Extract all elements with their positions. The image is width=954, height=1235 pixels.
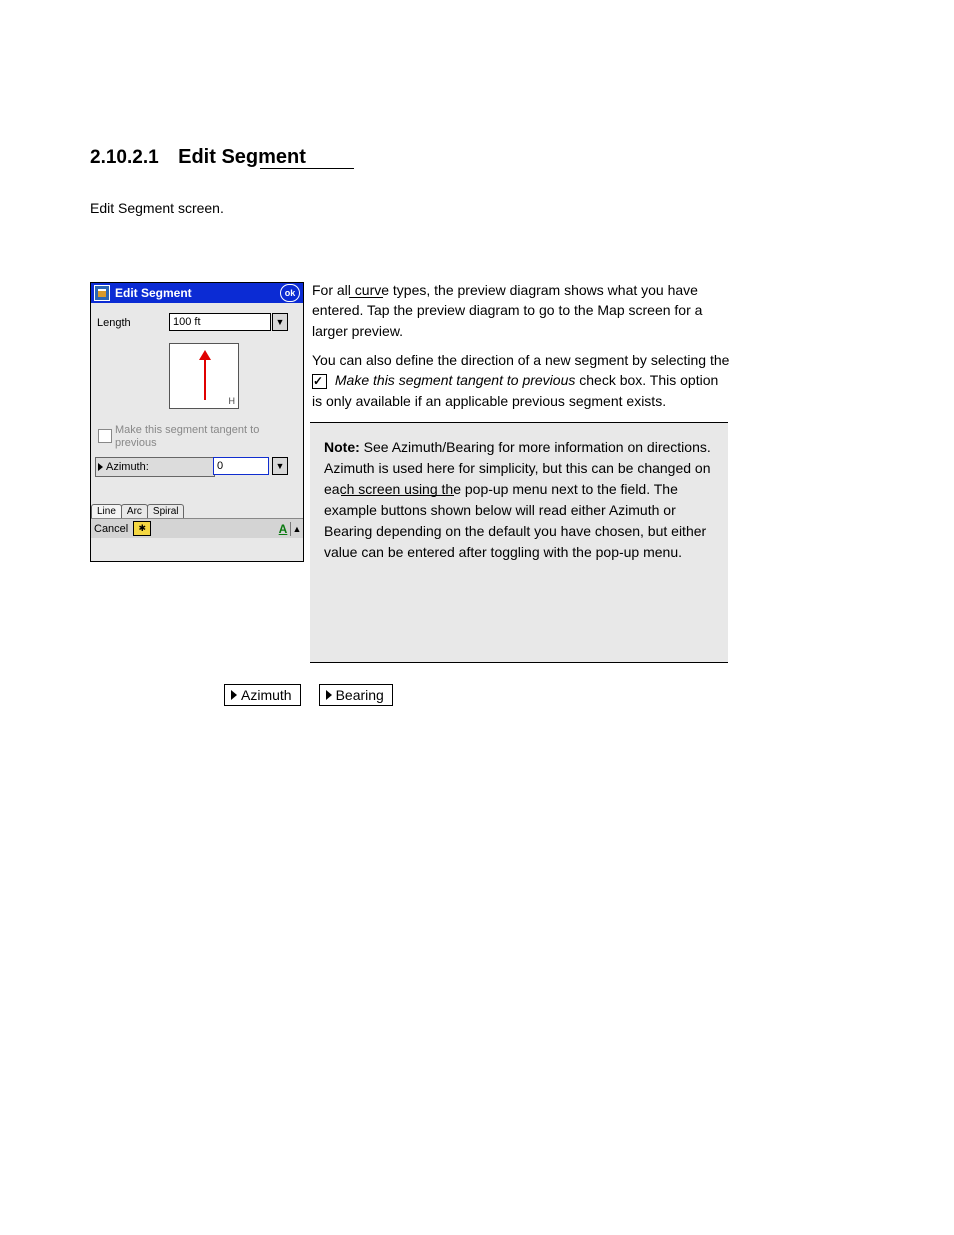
- edit-segment-window: Edit Segment ok Length ▼ H Make this seg…: [90, 282, 304, 562]
- azimuth-input-field[interactable]: [214, 460, 268, 472]
- azimuth-bearing-link[interactable]: Azimuth/Bearing: [392, 439, 495, 455]
- triangle-right-icon: [231, 690, 237, 700]
- length-dropdown-button[interactable]: ▼: [272, 313, 288, 331]
- spellcheck-icon[interactable]: A: [276, 522, 290, 536]
- preview-paragraph: For all curve types, the preview diagram…: [312, 280, 732, 341]
- bearing-example-button[interactable]: Bearing: [319, 684, 393, 706]
- note-prefix: See: [364, 439, 392, 455]
- note-label: Note:: [324, 439, 360, 455]
- arrow-up-icon: [199, 350, 211, 360]
- azimuth-popup-button[interactable]: Azimuth:: [95, 457, 215, 477]
- intro-text: Edit Segment screen.: [90, 198, 730, 218]
- arrow-line: [204, 356, 206, 400]
- chevron-down-icon: ▼: [276, 461, 285, 471]
- bottom-bar: Cancel ✱ A ▲: [91, 518, 303, 538]
- tangent-prefix: You can also define the direction of a n…: [312, 352, 729, 368]
- window-title: Edit Segment: [115, 286, 275, 300]
- app-icon: [94, 285, 110, 301]
- azimuth-input[interactable]: [213, 457, 269, 475]
- window-body: Length ▼ H Make this segment tangent to …: [91, 303, 303, 538]
- triangle-right-icon: [98, 463, 103, 471]
- tangent-paragraph: You can also define the direction of a n…: [312, 350, 732, 411]
- azimuth-example-label: Azimuth: [241, 687, 292, 703]
- note-link-underline: [341, 495, 454, 496]
- preview-h-label: H: [229, 396, 236, 406]
- azimuth-example-button[interactable]: Azimuth: [224, 684, 301, 706]
- chevron-down-icon: ▼: [276, 317, 285, 327]
- tab-line[interactable]: Line: [91, 504, 122, 518]
- sip-keyboard-icon[interactable]: ✱: [133, 521, 151, 536]
- tangent-checkbox-label: Make this segment tangent to previous: [115, 424, 303, 450]
- length-label: Length: [97, 317, 131, 329]
- bearing-example-label: Bearing: [336, 687, 384, 703]
- azimuth-dropdown-button[interactable]: ▼: [272, 457, 288, 475]
- length-input[interactable]: [169, 313, 271, 331]
- example-buttons-row: Azimuth Bearing: [224, 684, 393, 706]
- azimuth-button-label: Azimuth:: [106, 461, 149, 473]
- page: 2.10.2.1 Edit Segment Edit Segment scree…: [0, 0, 954, 1235]
- menu-up-icon[interactable]: ▲: [290, 522, 303, 536]
- heading-underline: [260, 168, 354, 169]
- map-link-underline: [349, 297, 383, 298]
- length-input-field[interactable]: [170, 316, 270, 328]
- note-box: Note: See Azimuth/Bearing for more infor…: [310, 422, 728, 663]
- checkbox-checked-icon: [312, 374, 327, 389]
- tangent-checkbox[interactable]: [98, 429, 112, 443]
- tabs-row: Line Arc Spiral: [91, 501, 303, 518]
- ok-button[interactable]: ok: [280, 284, 300, 302]
- map-link[interactable]: Map: [597, 302, 624, 318]
- segment-preview[interactable]: H: [169, 343, 239, 409]
- cancel-button[interactable]: Cancel: [91, 523, 131, 535]
- titlebar: Edit Segment ok: [91, 283, 303, 303]
- note-body: for more information on directions. Azim…: [324, 439, 711, 560]
- tangent-option-name: Make this segment tangent to previous: [335, 372, 575, 388]
- tab-arc[interactable]: Arc: [121, 504, 148, 518]
- triangle-right-icon: [326, 690, 332, 700]
- tab-spiral[interactable]: Spiral: [147, 504, 185, 518]
